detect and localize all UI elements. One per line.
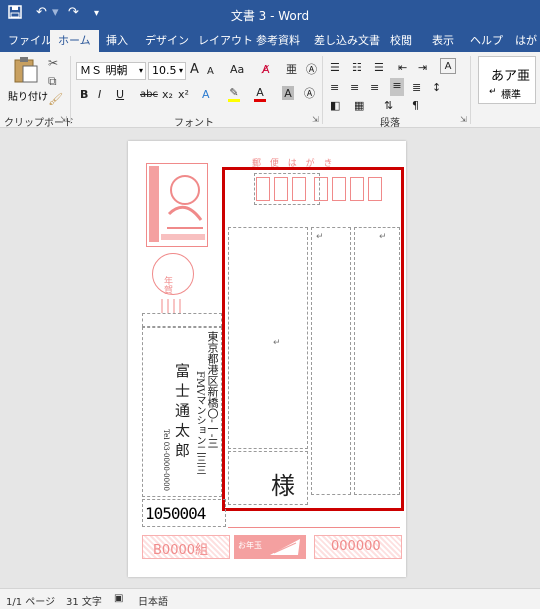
clipboard-launcher-icon[interactable]: ⇲ — [60, 115, 67, 124]
line-spacing-icon[interactable]: ↕ — [432, 80, 441, 96]
tab-layout[interactable]: レイアウト — [198, 32, 253, 52]
paste-label: 貼り付け — [8, 92, 48, 103]
stamp-illustration-icon — [149, 166, 205, 242]
increase-indent-icon[interactable]: ⇥ — [418, 60, 427, 76]
grow-font-button[interactable]: A — [190, 62, 199, 78]
chevron-down-icon: ▾ — [178, 66, 183, 75]
lottery-number: 000000 — [331, 539, 381, 554]
proofing-icon[interactable]: ▣ — [114, 593, 123, 604]
char-border-icon[interactable]: Ⓐ — [304, 86, 315, 102]
tab-postcard[interactable]: はがき — [515, 32, 540, 65]
paragraph-launcher-icon[interactable]: ⇲ — [460, 115, 467, 124]
decrease-indent-icon[interactable]: ⇤ — [398, 60, 407, 76]
paragraph-mark-icon: ↵ — [489, 87, 497, 97]
font-name-select[interactable]: ＭＳ 明朝 ▾ — [76, 62, 146, 80]
sort-icon[interactable]: ⇅ — [384, 98, 393, 114]
font-size-value: 10.5 — [152, 64, 177, 77]
tab-design[interactable]: デザイン — [145, 32, 189, 52]
word-count[interactable]: 31 文字 — [66, 593, 102, 608]
align-center-icon[interactable]: ≡ — [350, 80, 359, 96]
lottery-group-box: B0000組 — [142, 535, 230, 559]
sender-tel: Tel 03-0000-0000 — [162, 429, 170, 491]
sender-postal-code: 1050004 — [145, 504, 206, 523]
tab-insert[interactable]: 挿入 — [106, 32, 128, 52]
borders-icon[interactable]: ▦ — [354, 98, 364, 114]
tab-help[interactable]: ヘルプ — [470, 32, 503, 52]
sender-name: 富 士 通 太 郎 — [173, 363, 191, 458]
text-effects-icon[interactable]: A — [202, 87, 210, 103]
align-left-icon[interactable]: ≡ — [330, 80, 339, 96]
italic-button[interactable]: I — [98, 87, 101, 103]
ribbon-tabs: ファイル ホーム 挿入 デザイン レイアウト 参考資料 差し込み文書 校閲 表示… — [0, 28, 540, 65]
numbering-icon[interactable]: ☷ — [352, 60, 362, 76]
align-right-icon[interactable]: ≡ — [370, 80, 379, 96]
shading-icon[interactable]: ◧ — [330, 98, 340, 114]
highlight-icon[interactable]: ✎ — [228, 85, 240, 102]
paste-button[interactable]: 貼り付け — [8, 56, 48, 103]
font-group-label: フォント — [174, 118, 214, 129]
sender-building: FMVマンション二三三 — [194, 371, 205, 476]
tab-view[interactable]: 表示 — [432, 32, 454, 52]
underline-button[interactable]: U — [116, 87, 124, 103]
fine-print-line — [228, 521, 400, 528]
text-direction-icon[interactable]: A — [440, 58, 456, 74]
sender-header-box — [142, 313, 222, 327]
bold-button[interactable]: B — [80, 87, 88, 103]
bullets-icon[interactable]: ☰ — [330, 60, 340, 76]
lottery-number-box: 000000 — [314, 535, 402, 559]
page-count[interactable]: 1/1 ページ — [6, 593, 55, 608]
font-name-value: ＭＳ 明朝 — [80, 64, 128, 77]
font-launcher-icon[interactable]: ⇲ — [312, 115, 319, 124]
status-bar: 1/1 ページ 31 文字 ▣ 日本語 — [0, 588, 540, 609]
separator — [322, 56, 323, 124]
paragraph-group-label: 段落 — [380, 118, 400, 129]
title-bar: ↶ ▾ ↷ ▾ 文書 3 - Word — [0, 0, 540, 28]
window-title: 文書 3 - Word — [230, 9, 310, 23]
sender-postal-box[interactable]: 1050004 — [142, 499, 226, 527]
separator — [70, 56, 71, 124]
fan-icon — [270, 539, 300, 555]
style-name: 標準 — [501, 90, 521, 101]
clear-format-icon[interactable]: A̸ — [262, 62, 270, 78]
style-normal[interactable]: あア亜 ↵ 標準 — [478, 56, 536, 104]
ribbon: 貼り付け ✂ ⧉ 🖌 クリップボード ⇲ ＭＳ 明朝 ▾ 10.5 ▾ A A … — [0, 52, 540, 129]
separator — [470, 56, 471, 124]
tab-mailings[interactable]: 差し込み文書 — [314, 32, 380, 52]
multilevel-list-icon[interactable]: ☰ — [374, 60, 384, 76]
copy-icon[interactable]: ⧉ — [48, 74, 57, 89]
change-case-button[interactable]: Aa — [230, 62, 244, 78]
nenga-label: 年賀 — [162, 276, 172, 294]
font-size-select[interactable]: 10.5 ▾ — [148, 62, 186, 80]
enclose-char-icon[interactable]: Ⓐ — [306, 62, 317, 78]
phonetic-guide-icon[interactable]: 亜 — [286, 62, 297, 78]
tab-review[interactable]: 校閲 — [390, 32, 412, 52]
postage-stamp — [146, 163, 208, 247]
distributed-icon[interactable]: ≣ — [412, 80, 421, 96]
selected-recipient-frame[interactable] — [222, 167, 404, 511]
tab-home[interactable]: ホーム — [50, 30, 99, 52]
font-color-icon[interactable]: A — [254, 85, 266, 102]
omikuji-badge: お年玉 — [234, 535, 306, 559]
clipboard-icon — [14, 57, 38, 83]
tab-references[interactable]: 参考資料 — [256, 32, 300, 52]
subscript-button[interactable]: x₂ — [162, 87, 173, 103]
justify-icon[interactable]: ≡ — [390, 78, 404, 96]
style-sample: あア亜 — [491, 69, 531, 84]
strikethrough-button[interactable]: abc — [140, 87, 158, 103]
format-painter-icon[interactable]: 🖌 — [48, 92, 63, 106]
stripes-decoration — [161, 299, 181, 313]
omikuji-label: お年玉 — [238, 541, 262, 550]
show-marks-icon[interactable]: ¶ — [412, 98, 419, 114]
char-shading-icon[interactable]: A — [282, 86, 294, 100]
lottery-group: B0000組 — [153, 543, 209, 558]
document-page[interactable]: 年賀 郵 便 は が き ↵ ↵ ↵ 様 東京都港区新橋〇-一-三 FMVマンシ… — [128, 141, 406, 577]
superscript-button[interactable]: x² — [178, 87, 189, 103]
chevron-down-icon: ▾ — [138, 66, 143, 75]
language[interactable]: 日本語 — [138, 593, 168, 608]
shrink-font-button[interactable]: A — [207, 64, 214, 80]
cut-icon[interactable]: ✂ — [48, 56, 58, 70]
tab-file[interactable]: ファイル — [8, 32, 52, 52]
nenga-mark: 年賀 — [152, 253, 194, 295]
